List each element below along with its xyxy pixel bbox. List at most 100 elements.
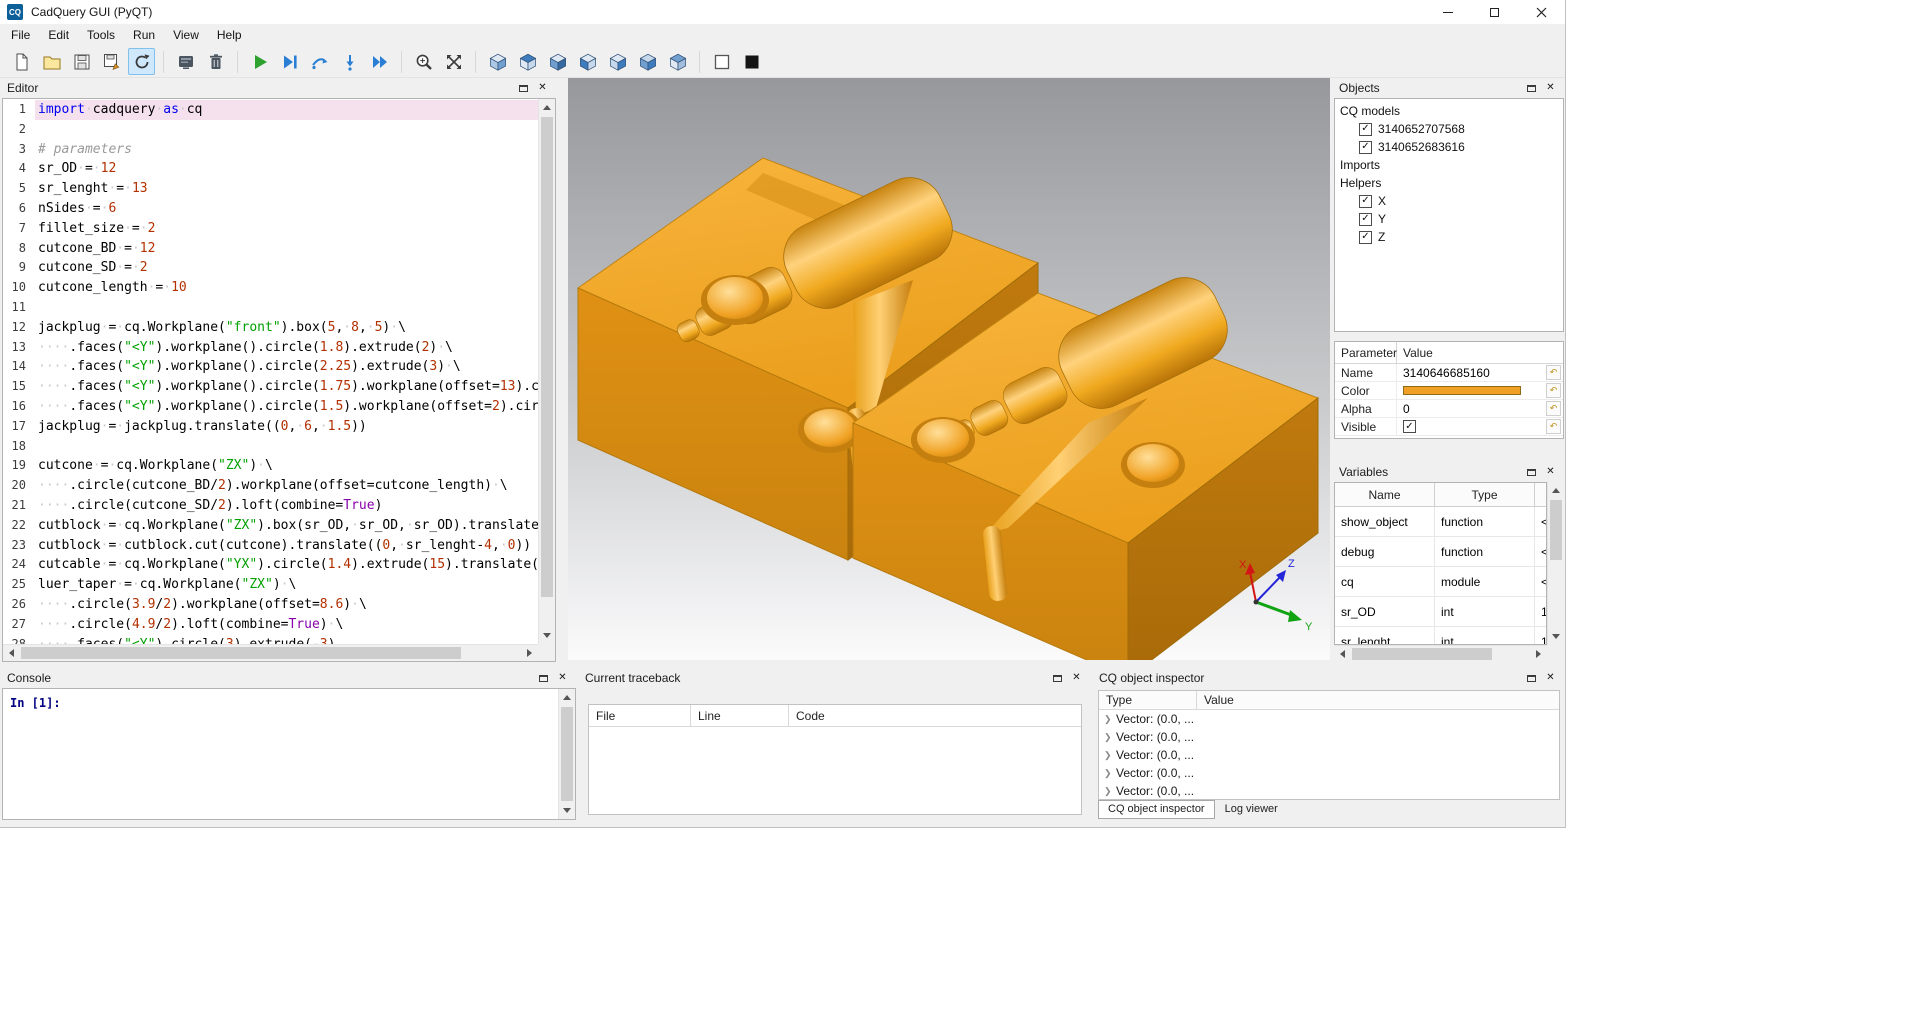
view-top-icon[interactable] <box>514 48 541 75</box>
editor-line[interactable]: 1import·cadquery·as·cq <box>3 100 538 120</box>
new-file-icon[interactable] <box>8 48 35 75</box>
editor-line[interactable]: 28····.faces("<Y").circle(3).extrude(-3) <box>3 635 538 644</box>
revert-button[interactable]: ↶ <box>1546 383 1561 398</box>
editor-line[interactable]: 5sr_lenght·=·13 <box>3 179 538 199</box>
save-icon[interactable] <box>68 48 95 75</box>
variables-horizontal-scrollbar[interactable] <box>1334 645 1547 662</box>
checkbox[interactable]: ✓ <box>1403 420 1416 433</box>
close-button[interactable] <box>1518 0 1565 24</box>
property-row[interactable]: Alpha0↶ <box>1335 400 1563 418</box>
tab-log-viewer[interactable]: Log viewer <box>1215 800 1288 819</box>
variables-float-button[interactable] <box>1523 465 1540 480</box>
expand-chevron-icon[interactable]: ❯ <box>1104 786 1116 797</box>
editor-line[interactable]: 10cutcone_length·=·10 <box>3 278 538 298</box>
variable-row[interactable]: sr_lenghtint13 <box>1335 627 1546 645</box>
console-input-area[interactable]: In [1]: <box>2 688 576 820</box>
inspector-float-button[interactable] <box>1523 671 1540 686</box>
checkbox[interactable]: ✓ <box>1359 141 1372 154</box>
variable-row[interactable]: sr_ODint12 <box>1335 597 1546 627</box>
editor-line[interactable]: 3# parameters <box>3 140 538 160</box>
console-close-button[interactable]: ✕ <box>554 671 571 686</box>
checkbox[interactable]: ✓ <box>1359 195 1372 208</box>
editor-line[interactable]: 15····.faces("<Y").workplane().circle(1.… <box>3 377 538 397</box>
expand-chevron-icon[interactable]: ❯ <box>1104 714 1116 725</box>
variable-row[interactable]: debugfunction<f <box>1335 537 1546 567</box>
tree-item[interactable]: ✓3140652707568 <box>1335 120 1563 138</box>
checkbox[interactable]: ✓ <box>1359 231 1372 244</box>
debug-icon[interactable] <box>276 48 303 75</box>
inspector-row[interactable]: ❯Vector: (0.0, ... <box>1099 764 1559 782</box>
console-float-button[interactable] <box>535 671 552 686</box>
expand-chevron-icon[interactable]: ❯ <box>1104 732 1116 743</box>
editor-line[interactable]: 21····.circle(cutcone_SD/2).loft(combine… <box>3 496 538 516</box>
variable-row[interactable]: cqmodule<m <box>1335 567 1546 597</box>
revert-button[interactable]: ↶ <box>1546 365 1561 380</box>
editor-line[interactable]: 9cutcone_SD·=·2 <box>3 258 538 278</box>
scrollbar-thumb[interactable] <box>561 707 573 801</box>
editor-line[interactable]: 16····.faces("<Y").workplane().circle(1.… <box>3 397 538 417</box>
variable-row[interactable]: show_objectfunction<f <box>1335 507 1546 537</box>
variables-table[interactable]: NameTypeValue show_objectfunction<fdebug… <box>1334 482 1547 645</box>
tab-cq-object-inspector[interactable]: CQ object inspector <box>1098 800 1215 819</box>
checkbox[interactable]: ✓ <box>1359 123 1372 136</box>
editor-line[interactable]: 27····.circle(4.9/2).loft(combine=True)·… <box>3 615 538 635</box>
objects-float-button[interactable] <box>1523 81 1540 96</box>
tree-item[interactable]: ✓Y <box>1335 210 1563 228</box>
inspector-row[interactable]: ❯Vector: (0.0, ... <box>1099 728 1559 746</box>
editor-line[interactable]: 24cutcable·=·cq.Workplane("YX").circle(1… <box>3 555 538 575</box>
inspector-close-button[interactable]: ✕ <box>1542 671 1559 686</box>
console-vertical-scrollbar[interactable] <box>558 689 575 819</box>
traceback-close-button[interactable]: ✕ <box>1068 671 1085 686</box>
editor-line[interactable]: 14····.faces("<Y").workplane().circle(2.… <box>3 357 538 377</box>
tree-item[interactable]: ✓3140652683616 <box>1335 138 1563 156</box>
objects-tree[interactable]: CQ models✓3140652707568✓3140652683616Imp… <box>1334 98 1564 332</box>
revert-button[interactable]: ↶ <box>1546 419 1561 434</box>
fit-view-icon[interactable] <box>440 48 467 75</box>
open-file-icon[interactable] <box>38 48 65 75</box>
scrollbar-thumb[interactable] <box>1550 500 1562 560</box>
property-row[interactable]: Name3140646685160↶ <box>1335 364 1563 382</box>
inspector-row[interactable]: ❯Vector: (0.0, ... <box>1099 710 1559 728</box>
wireframe-icon[interactable] <box>708 48 735 75</box>
render-run-icon[interactable] <box>246 48 273 75</box>
editor-line[interactable]: 23cutblock·=·cutblock.cut(cutcone).trans… <box>3 536 538 556</box>
maximize-button[interactable] <box>1471 0 1518 24</box>
scrollbar-thumb[interactable] <box>1352 648 1492 660</box>
inspector-row[interactable]: ❯Vector: (0.0, ... <box>1099 782 1559 800</box>
menu-run[interactable]: Run <box>124 25 164 45</box>
editor-line[interactable]: 4sr_OD·=·12 <box>3 159 538 179</box>
code-editor[interactable]: 1import·cadquery·as·cq23# parameters4sr_… <box>2 98 556 662</box>
continue-icon[interactable] <box>366 48 393 75</box>
scrollbar-thumb[interactable] <box>541 117 553 597</box>
editor-line[interactable]: 17jackplug·=·jackplug.translate((0,·6,·1… <box>3 417 538 437</box>
editor-line[interactable]: 6nSides·=·6 <box>3 199 538 219</box>
step-over-icon[interactable] <box>306 48 333 75</box>
grab-view-icon[interactable] <box>172 48 199 75</box>
editor-line[interactable]: 7fillet_size·=·2 <box>3 219 538 239</box>
inspector-row[interactable]: ❯Vector: (0.0, ... <box>1099 746 1559 764</box>
property-row[interactable]: Color↶ <box>1335 382 1563 400</box>
menu-file[interactable]: File <box>2 25 39 45</box>
expand-chevron-icon[interactable]: ❯ <box>1104 768 1116 779</box>
menu-view[interactable]: View <box>164 25 208 45</box>
editor-line[interactable]: 2 <box>3 120 538 140</box>
menu-help[interactable]: Help <box>208 25 251 45</box>
editor-line[interactable]: 12jackplug·=·cq.Workplane("front").box(5… <box>3 318 538 338</box>
editor-line[interactable]: 13····.faces("<Y").workplane().circle(1.… <box>3 338 538 358</box>
traceback-table[interactable]: FileLineCode <box>588 704 1082 815</box>
view-right-icon[interactable] <box>604 48 631 75</box>
editor-line[interactable]: 25luer_taper·=·cq.Workplane("ZX")·\ <box>3 575 538 595</box>
shaded-icon[interactable] <box>738 48 765 75</box>
autoreload-toggle-icon[interactable] <box>128 48 155 75</box>
menu-edit[interactable]: Edit <box>39 25 78 45</box>
editor-horizontal-scrollbar[interactable] <box>3 644 538 661</box>
menu-tools[interactable]: Tools <box>78 25 124 45</box>
view-bottom-icon[interactable] <box>544 48 571 75</box>
checkbox[interactable]: ✓ <box>1359 213 1372 226</box>
editor-line[interactable]: 11 <box>3 298 538 318</box>
revert-button[interactable]: ↶ <box>1546 401 1561 416</box>
editor-close-button[interactable]: ✕ <box>534 81 551 96</box>
editor-float-button[interactable] <box>515 81 532 96</box>
tree-item[interactable]: ✓X <box>1335 192 1563 210</box>
objects-close-button[interactable]: ✕ <box>1542 81 1559 96</box>
